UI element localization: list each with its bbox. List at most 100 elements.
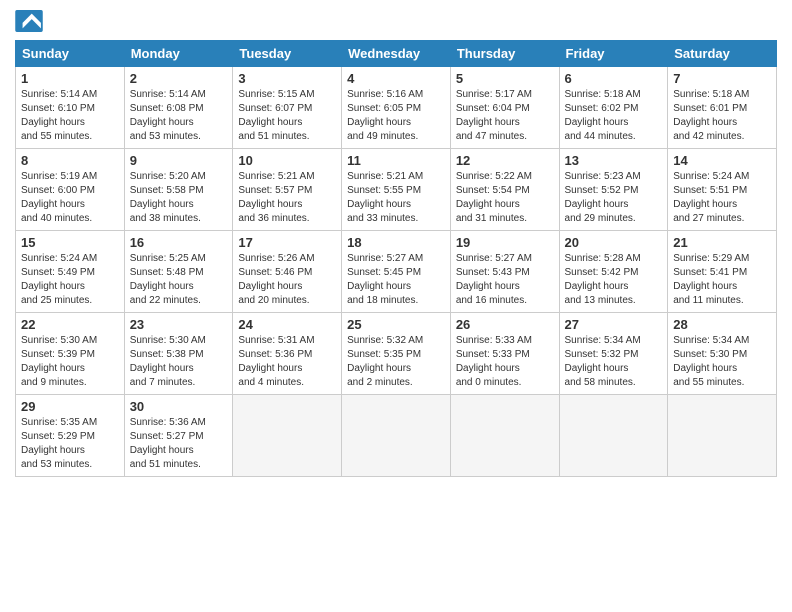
- calendar-cell: 19 Sunrise: 5:27 AM Sunset: 5:43 PM Dayl…: [450, 231, 559, 313]
- calendar-cell: 22 Sunrise: 5:30 AM Sunset: 5:39 PM Dayl…: [16, 313, 125, 395]
- logo-icon: [15, 10, 43, 32]
- logo: [15, 10, 47, 32]
- day-info: Sunrise: 5:14 AM Sunset: 6:08 PM Dayligh…: [130, 88, 228, 144]
- calendar-cell: 4 Sunrise: 5:16 AM Sunset: 6:05 PM Dayli…: [342, 67, 451, 149]
- calendar-cell: 15 Sunrise: 5:24 AM Sunset: 5:49 PM Dayl…: [16, 231, 125, 313]
- calendar-cell: [342, 395, 451, 477]
- calendar-cell: 14 Sunrise: 5:24 AM Sunset: 5:51 PM Dayl…: [668, 149, 777, 231]
- day-number: 30: [130, 399, 228, 414]
- calendar-cell: 10 Sunrise: 5:21 AM Sunset: 5:57 PM Dayl…: [233, 149, 342, 231]
- calendar-cell: 7 Sunrise: 5:18 AM Sunset: 6:01 PM Dayli…: [668, 67, 777, 149]
- calendar-cell: 23 Sunrise: 5:30 AM Sunset: 5:38 PM Dayl…: [124, 313, 233, 395]
- day-number: 27: [565, 317, 663, 332]
- calendar-cell: [668, 395, 777, 477]
- calendar-cell: 17 Sunrise: 5:26 AM Sunset: 5:46 PM Dayl…: [233, 231, 342, 313]
- calendar-body: 1 Sunrise: 5:14 AM Sunset: 6:10 PM Dayli…: [16, 67, 777, 477]
- day-number: 3: [238, 71, 336, 86]
- weekday-header-friday: Friday: [559, 41, 668, 67]
- calendar-cell: 9 Sunrise: 5:20 AM Sunset: 5:58 PM Dayli…: [124, 149, 233, 231]
- day-info: Sunrise: 5:19 AM Sunset: 6:00 PM Dayligh…: [21, 170, 119, 226]
- calendar-cell: 20 Sunrise: 5:28 AM Sunset: 5:42 PM Dayl…: [559, 231, 668, 313]
- calendar-cell: 13 Sunrise: 5:23 AM Sunset: 5:52 PM Dayl…: [559, 149, 668, 231]
- calendar-cell: 27 Sunrise: 5:34 AM Sunset: 5:32 PM Dayl…: [559, 313, 668, 395]
- day-info: Sunrise: 5:21 AM Sunset: 5:57 PM Dayligh…: [238, 170, 336, 226]
- calendar-row-2: 15 Sunrise: 5:24 AM Sunset: 5:49 PM Dayl…: [16, 231, 777, 313]
- calendar-row-4: 29 Sunrise: 5:35 AM Sunset: 5:29 PM Dayl…: [16, 395, 777, 477]
- day-info: Sunrise: 5:34 AM Sunset: 5:32 PM Dayligh…: [565, 334, 663, 390]
- calendar-cell: 28 Sunrise: 5:34 AM Sunset: 5:30 PM Dayl…: [668, 313, 777, 395]
- day-number: 15: [21, 235, 119, 250]
- day-number: 7: [673, 71, 771, 86]
- calendar-cell: 12 Sunrise: 5:22 AM Sunset: 5:54 PM Dayl…: [450, 149, 559, 231]
- day-number: 1: [21, 71, 119, 86]
- weekday-header-monday: Monday: [124, 41, 233, 67]
- calendar-cell: 8 Sunrise: 5:19 AM Sunset: 6:00 PM Dayli…: [16, 149, 125, 231]
- day-info: Sunrise: 5:35 AM Sunset: 5:29 PM Dayligh…: [21, 416, 119, 472]
- day-number: 5: [456, 71, 554, 86]
- calendar-row-1: 8 Sunrise: 5:19 AM Sunset: 6:00 PM Dayli…: [16, 149, 777, 231]
- day-number: 2: [130, 71, 228, 86]
- day-info: Sunrise: 5:14 AM Sunset: 6:10 PM Dayligh…: [21, 88, 119, 144]
- day-number: 12: [456, 153, 554, 168]
- day-info: Sunrise: 5:21 AM Sunset: 5:55 PM Dayligh…: [347, 170, 445, 226]
- day-info: Sunrise: 5:17 AM Sunset: 6:04 PM Dayligh…: [456, 88, 554, 144]
- calendar-cell: 30 Sunrise: 5:36 AM Sunset: 5:27 PM Dayl…: [124, 395, 233, 477]
- weekday-header-tuesday: Tuesday: [233, 41, 342, 67]
- calendar-table: SundayMondayTuesdayWednesdayThursdayFrid…: [15, 40, 777, 477]
- day-number: 20: [565, 235, 663, 250]
- day-info: Sunrise: 5:33 AM Sunset: 5:33 PM Dayligh…: [456, 334, 554, 390]
- day-number: 23: [130, 317, 228, 332]
- calendar-cell: 16 Sunrise: 5:25 AM Sunset: 5:48 PM Dayl…: [124, 231, 233, 313]
- day-info: Sunrise: 5:32 AM Sunset: 5:35 PM Dayligh…: [347, 334, 445, 390]
- day-info: Sunrise: 5:18 AM Sunset: 6:02 PM Dayligh…: [565, 88, 663, 144]
- calendar-cell: 21 Sunrise: 5:29 AM Sunset: 5:41 PM Dayl…: [668, 231, 777, 313]
- day-info: Sunrise: 5:27 AM Sunset: 5:45 PM Dayligh…: [347, 252, 445, 308]
- calendar-cell: 24 Sunrise: 5:31 AM Sunset: 5:36 PM Dayl…: [233, 313, 342, 395]
- day-info: Sunrise: 5:36 AM Sunset: 5:27 PM Dayligh…: [130, 416, 228, 472]
- day-number: 8: [21, 153, 119, 168]
- calendar-row-0: 1 Sunrise: 5:14 AM Sunset: 6:10 PM Dayli…: [16, 67, 777, 149]
- day-info: Sunrise: 5:24 AM Sunset: 5:49 PM Dayligh…: [21, 252, 119, 308]
- day-info: Sunrise: 5:22 AM Sunset: 5:54 PM Dayligh…: [456, 170, 554, 226]
- day-info: Sunrise: 5:18 AM Sunset: 6:01 PM Dayligh…: [673, 88, 771, 144]
- day-info: Sunrise: 5:23 AM Sunset: 5:52 PM Dayligh…: [565, 170, 663, 226]
- day-info: Sunrise: 5:30 AM Sunset: 5:39 PM Dayligh…: [21, 334, 119, 390]
- day-number: 10: [238, 153, 336, 168]
- calendar-cell: 26 Sunrise: 5:33 AM Sunset: 5:33 PM Dayl…: [450, 313, 559, 395]
- calendar-cell: 3 Sunrise: 5:15 AM Sunset: 6:07 PM Dayli…: [233, 67, 342, 149]
- calendar-cell: 1 Sunrise: 5:14 AM Sunset: 6:10 PM Dayli…: [16, 67, 125, 149]
- calendar-cell: 2 Sunrise: 5:14 AM Sunset: 6:08 PM Dayli…: [124, 67, 233, 149]
- weekday-header-saturday: Saturday: [668, 41, 777, 67]
- calendar-cell: [559, 395, 668, 477]
- day-info: Sunrise: 5:34 AM Sunset: 5:30 PM Dayligh…: [673, 334, 771, 390]
- day-number: 6: [565, 71, 663, 86]
- calendar-cell: 6 Sunrise: 5:18 AM Sunset: 6:02 PM Dayli…: [559, 67, 668, 149]
- calendar-cell: [450, 395, 559, 477]
- page-header: [15, 10, 777, 32]
- day-info: Sunrise: 5:28 AM Sunset: 5:42 PM Dayligh…: [565, 252, 663, 308]
- day-number: 22: [21, 317, 119, 332]
- calendar-cell: 25 Sunrise: 5:32 AM Sunset: 5:35 PM Dayl…: [342, 313, 451, 395]
- day-info: Sunrise: 5:24 AM Sunset: 5:51 PM Dayligh…: [673, 170, 771, 226]
- day-number: 29: [21, 399, 119, 414]
- day-number: 14: [673, 153, 771, 168]
- day-number: 16: [130, 235, 228, 250]
- day-info: Sunrise: 5:26 AM Sunset: 5:46 PM Dayligh…: [238, 252, 336, 308]
- day-number: 13: [565, 153, 663, 168]
- calendar-cell: 5 Sunrise: 5:17 AM Sunset: 6:04 PM Dayli…: [450, 67, 559, 149]
- calendar-cell: 29 Sunrise: 5:35 AM Sunset: 5:29 PM Dayl…: [16, 395, 125, 477]
- day-number: 25: [347, 317, 445, 332]
- day-info: Sunrise: 5:29 AM Sunset: 5:41 PM Dayligh…: [673, 252, 771, 308]
- day-number: 24: [238, 317, 336, 332]
- calendar-cell: [233, 395, 342, 477]
- day-number: 21: [673, 235, 771, 250]
- day-info: Sunrise: 5:20 AM Sunset: 5:58 PM Dayligh…: [130, 170, 228, 226]
- weekday-header-sunday: Sunday: [16, 41, 125, 67]
- weekday-header-thursday: Thursday: [450, 41, 559, 67]
- day-info: Sunrise: 5:31 AM Sunset: 5:36 PM Dayligh…: [238, 334, 336, 390]
- calendar-cell: 18 Sunrise: 5:27 AM Sunset: 5:45 PM Dayl…: [342, 231, 451, 313]
- calendar-row-3: 22 Sunrise: 5:30 AM Sunset: 5:39 PM Dayl…: [16, 313, 777, 395]
- day-number: 4: [347, 71, 445, 86]
- day-number: 19: [456, 235, 554, 250]
- day-info: Sunrise: 5:30 AM Sunset: 5:38 PM Dayligh…: [130, 334, 228, 390]
